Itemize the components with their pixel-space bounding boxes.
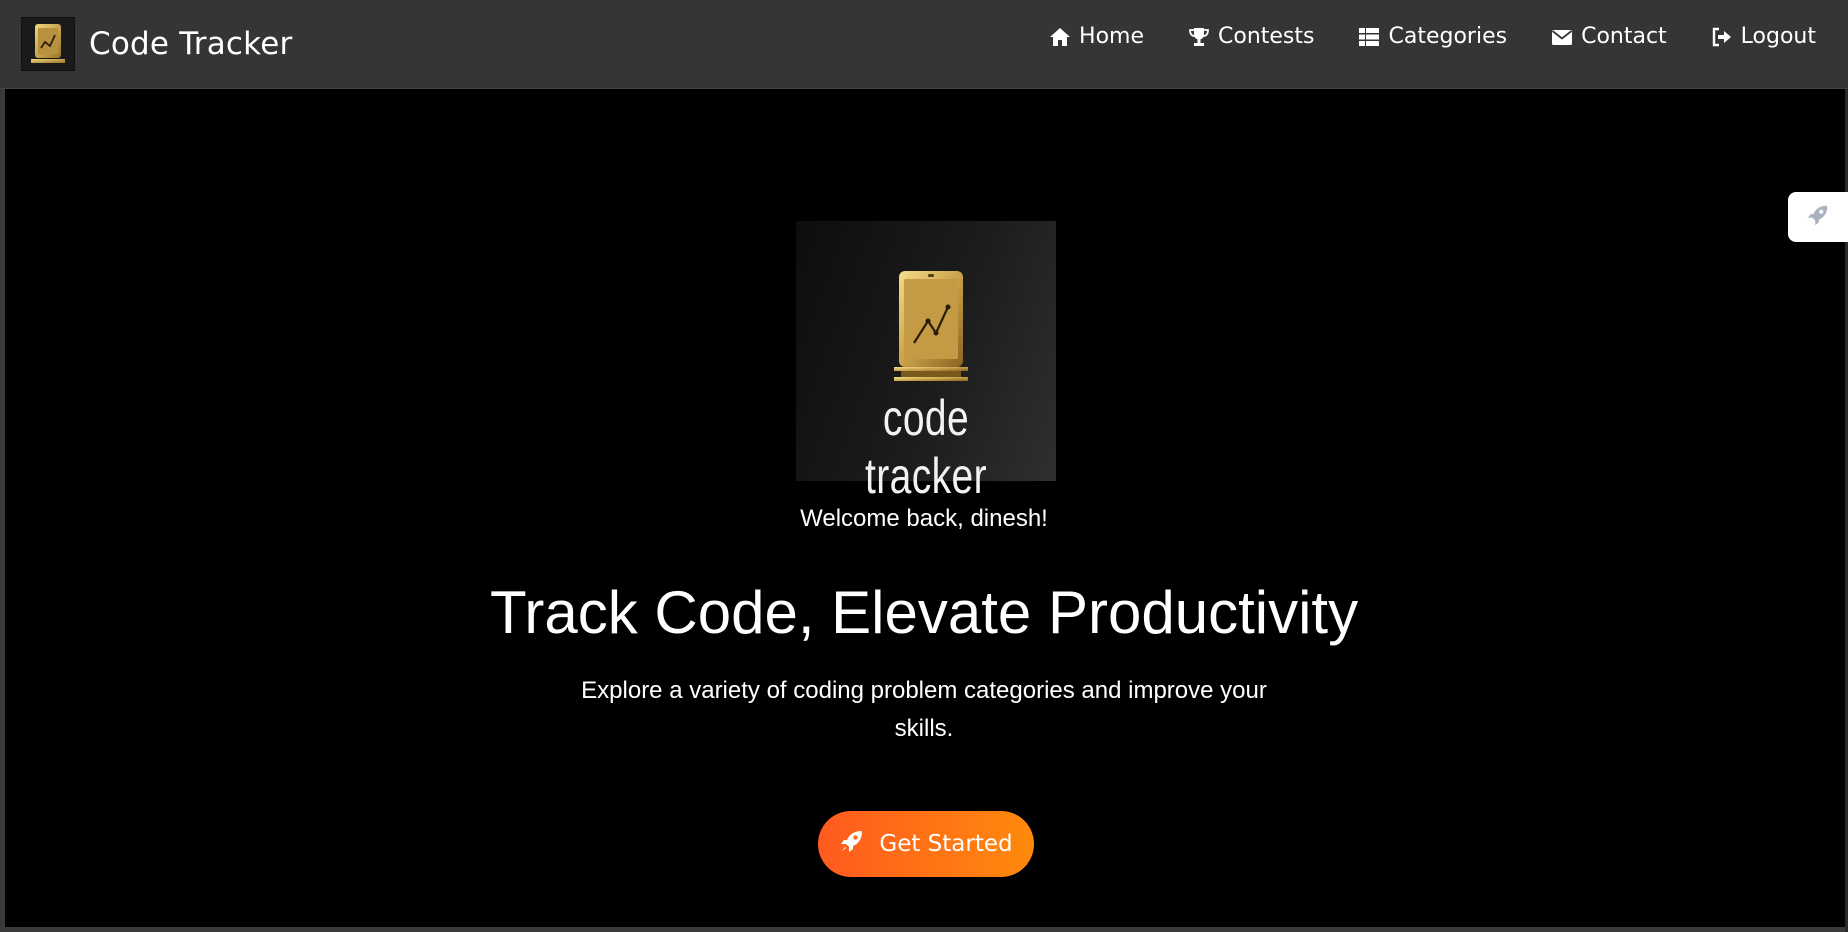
nav-logout[interactable]: Logout <box>1711 24 1816 49</box>
brand-title: Code Tracker <box>89 26 293 62</box>
list-icon <box>1358 27 1380 47</box>
rocket-icon <box>839 828 865 860</box>
nav-categories-label: Categories <box>1388 24 1508 49</box>
nav-categories[interactable]: Categories <box>1358 24 1507 49</box>
hero-headline: Track Code, Elevate Productivity <box>489 579 1359 646</box>
nav-contests-label: Contests <box>1218 24 1315 49</box>
navbar: Code Tracker Home Contests Categories Co… <box>0 0 1848 89</box>
hero-logo: code tracker <box>796 221 1056 504</box>
get-started-label: Get Started <box>879 831 1013 857</box>
brand[interactable]: Code Tracker <box>21 16 292 72</box>
nav-contact[interactable]: Contact <box>1551 24 1667 49</box>
trophy-icon <box>1188 27 1210 47</box>
nav-logout-label: Logout <box>1740 24 1816 49</box>
welcome-message: Welcome back, dinesh! <box>800 505 1048 532</box>
main-nav: Home Contests Categories Contact Logout <box>1049 24 1816 49</box>
hero-subtitle: Explore a variety of coding problem cate… <box>581 677 1267 742</box>
rocket-icon <box>1806 203 1830 231</box>
nav-contests[interactable]: Contests <box>1188 24 1314 49</box>
sign-out-icon <box>1711 27 1733 47</box>
side-rocket-tab[interactable] <box>1788 192 1848 242</box>
nav-home-label: Home <box>1079 24 1144 49</box>
home-icon <box>1049 27 1071 47</box>
get-started-button[interactable]: Get Started <box>818 811 1034 877</box>
hero-logo-text: code tracker <box>865 390 987 504</box>
envelope-icon <box>1551 27 1573 47</box>
nav-contact-label: Contact <box>1581 24 1667 49</box>
nav-home[interactable]: Home <box>1049 24 1144 49</box>
brand-logo-icon <box>21 17 75 71</box>
